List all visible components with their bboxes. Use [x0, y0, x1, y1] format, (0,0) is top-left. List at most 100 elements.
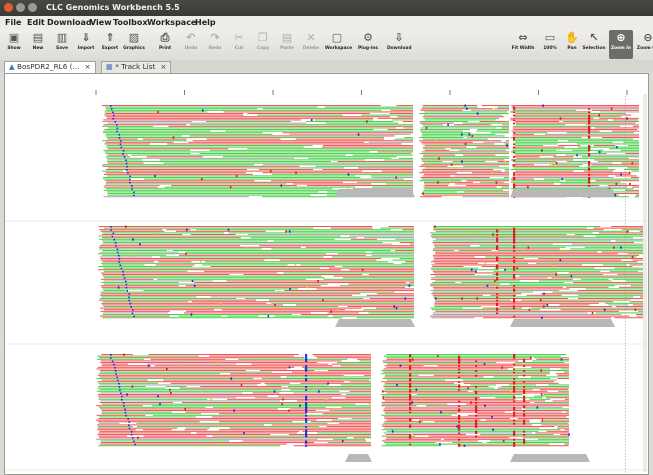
- read: [605, 302, 644, 304]
- copy-button[interactable]: ❐ Copy: [251, 30, 275, 59]
- variant-column-mark: [513, 250, 516, 252]
- track-canvas[interactable]: [5, 74, 648, 474]
- variant-column-mark: [305, 418, 308, 420]
- import-button[interactable]: ⇓ Import: [74, 30, 98, 59]
- read: [190, 124, 413, 126]
- read: [552, 400, 569, 402]
- delete-button[interactable]: ✕ Delete: [299, 30, 323, 59]
- close-icon[interactable]: ×: [160, 62, 166, 71]
- zoom-ou-button[interactable]: ⊖Zoom Ou: [636, 30, 653, 59]
- variant-mark: [120, 398, 123, 401]
- redo-button[interactable]: ↷ Redo: [203, 30, 227, 59]
- variant-mark: [610, 107, 613, 110]
- read: [175, 230, 266, 232]
- menu-file[interactable]: File: [5, 18, 21, 27]
- read: [499, 306, 612, 308]
- variant-column-mark: [523, 392, 526, 394]
- graphics-button[interactable]: ▨ Graphics: [122, 30, 146, 59]
- read: [567, 140, 639, 142]
- print-button[interactable]: ⎙ Print: [153, 30, 177, 59]
- pan-button[interactable]: ✋ Pan: [560, 30, 584, 59]
- read: [104, 111, 208, 113]
- read: [308, 157, 392, 159]
- new-button[interactable]: ▤ New: [26, 30, 50, 59]
- read: [340, 365, 371, 367]
- menu-edit[interactable]: Edit: [27, 18, 45, 27]
- variant-column-mark: [475, 392, 478, 394]
- read: [571, 243, 644, 245]
- read: [402, 121, 413, 123]
- read: [525, 408, 569, 410]
- read: [179, 387, 371, 389]
- read: [625, 189, 639, 191]
- read: [434, 306, 482, 308]
- show-button[interactable]: ▣ Show: [2, 30, 26, 59]
- read: [363, 309, 414, 311]
- read: [96, 378, 254, 380]
- menu-view[interactable]: View: [90, 18, 112, 27]
- selection-button[interactable]: ↖ Selection: [582, 30, 606, 59]
- read: [168, 125, 413, 127]
- read: [470, 384, 496, 386]
- menu-toolbox[interactable]: Toolbox: [113, 18, 148, 27]
- variant-mark: [118, 258, 121, 260]
- read: [513, 172, 629, 174]
- import-icon: ⇓: [81, 31, 91, 44]
- minimize-icon[interactable]: [16, 3, 25, 12]
- read: [213, 406, 326, 408]
- variant-mark: [112, 232, 115, 234]
- close-icon[interactable]: [4, 3, 13, 12]
- variant-mark: [540, 369, 543, 372]
- variant-column-mark: [513, 235, 516, 238]
- export-button[interactable]: ⇑ Export: [98, 30, 122, 59]
- fit-width-button[interactable]: ⇔ Fit Width: [511, 30, 535, 59]
- variant-mark: [631, 255, 634, 259]
- read: [431, 317, 475, 319]
- variant-mark: [529, 356, 532, 359]
- variant-mark: [116, 130, 118, 133]
- variant-column-mark: [409, 437, 412, 439]
- paste-button[interactable]: ▤ Paste: [275, 30, 299, 59]
- plug-ins-button[interactable]: ⚙ Plug-ins: [356, 30, 380, 59]
- read: [97, 434, 271, 436]
- variant-mark: [294, 263, 297, 267]
- variant-mark: [327, 382, 329, 385]
- close-icon[interactable]: ×: [85, 62, 91, 71]
- menu-download[interactable]: Download: [47, 18, 92, 27]
- read: [422, 124, 444, 126]
- read: [517, 418, 569, 420]
- workspace-button[interactable]: ▢ Workspace: [325, 30, 352, 59]
- zoom-in-button[interactable]: ⊕ Zoom In: [609, 30, 633, 59]
- variant-mark: [289, 287, 291, 291]
- read: [100, 443, 287, 445]
- read: [594, 159, 639, 161]
- read: [212, 435, 371, 437]
- maximize-icon[interactable]: [28, 3, 37, 12]
- variant-mark: [555, 273, 557, 276]
- read: [259, 245, 414, 247]
- download-button[interactable]: ⇩ Download: [387, 30, 411, 59]
- tab-bospdr2[interactable]: ▲ BosPDR2_RL6 (... ×: [4, 61, 96, 73]
- read: [419, 140, 502, 142]
- menu-help[interactable]: Help: [195, 18, 216, 27]
- variant-mark: [122, 405, 125, 407]
- variant-mark: [249, 150, 251, 154]
- tab-track-list[interactable]: ▦ * Track List ×: [101, 61, 172, 73]
- read: [346, 394, 371, 396]
- read: [163, 379, 370, 381]
- save-button[interactable]: ▥ Save: [50, 30, 74, 59]
- 100-button[interactable]: ▭ 100%: [538, 30, 562, 59]
- track-view[interactable]: [4, 73, 649, 475]
- variant-mark: [576, 154, 578, 157]
- cut-button[interactable]: ✂ Cut: [227, 30, 251, 59]
- read: [327, 370, 371, 372]
- undo-button[interactable]: ↶ Undo: [179, 30, 203, 59]
- menu-workspace[interactable]: Workspace: [147, 18, 196, 27]
- vertical-scrollbar[interactable]: [643, 94, 647, 472]
- variant-mark: [529, 162, 532, 165]
- read: [419, 137, 464, 139]
- variant-column-mark: [409, 389, 412, 391]
- read: [483, 141, 509, 143]
- read: [102, 317, 343, 319]
- read: [106, 157, 295, 159]
